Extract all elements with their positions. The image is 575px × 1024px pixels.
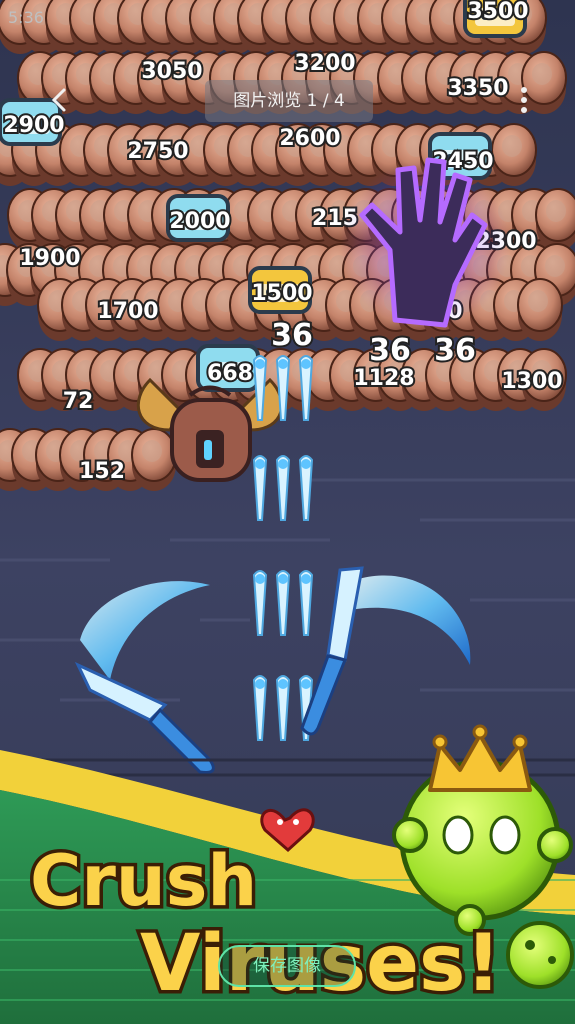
worm-segment: [517, 278, 563, 341]
damage-popup: 36: [434, 333, 476, 368]
chevron-left-icon: [51, 88, 66, 112]
back-button[interactable]: [40, 80, 80, 120]
segment-number: 2750: [127, 139, 188, 164]
segment-number: 3050: [141, 59, 202, 84]
worm-segment: [131, 428, 177, 491]
worm-segment: [491, 123, 537, 186]
segment-number: 1500: [251, 281, 312, 306]
more-dots-icon: [521, 87, 527, 113]
segment-number: 2000: [169, 209, 230, 234]
viewer-title: 图片浏览 1 / 4: [233, 91, 345, 111]
segment-number: 1900: [19, 246, 80, 271]
damage-popup: 36: [271, 318, 313, 353]
segment-number: 3350: [447, 76, 508, 101]
status-bar: 5:36: [0, 0, 575, 36]
more-options-button[interactable]: [510, 80, 538, 120]
segment-number: 72: [63, 389, 94, 414]
headline-crush: Crush: [30, 840, 257, 922]
segment-number: 1700: [97, 299, 158, 324]
game-scene: 3500305032003350290027502600245020002152…: [0, 0, 575, 1024]
segment-number: 1128: [353, 366, 414, 391]
segment-number: 1300: [501, 369, 562, 394]
damage-popup: 36: [369, 333, 411, 368]
segment-number: 2600: [279, 126, 340, 151]
segment-number: 152: [79, 459, 125, 484]
small-virus: [506, 921, 574, 989]
segment-number: 3200: [294, 51, 355, 76]
status-time: 5:36: [8, 8, 44, 27]
save-image-button[interactable]: 保存图像: [218, 945, 356, 987]
segment-number: 668: [207, 361, 253, 386]
worm-segment: [535, 188, 575, 251]
shadow-claw-hand: [340, 157, 510, 330]
